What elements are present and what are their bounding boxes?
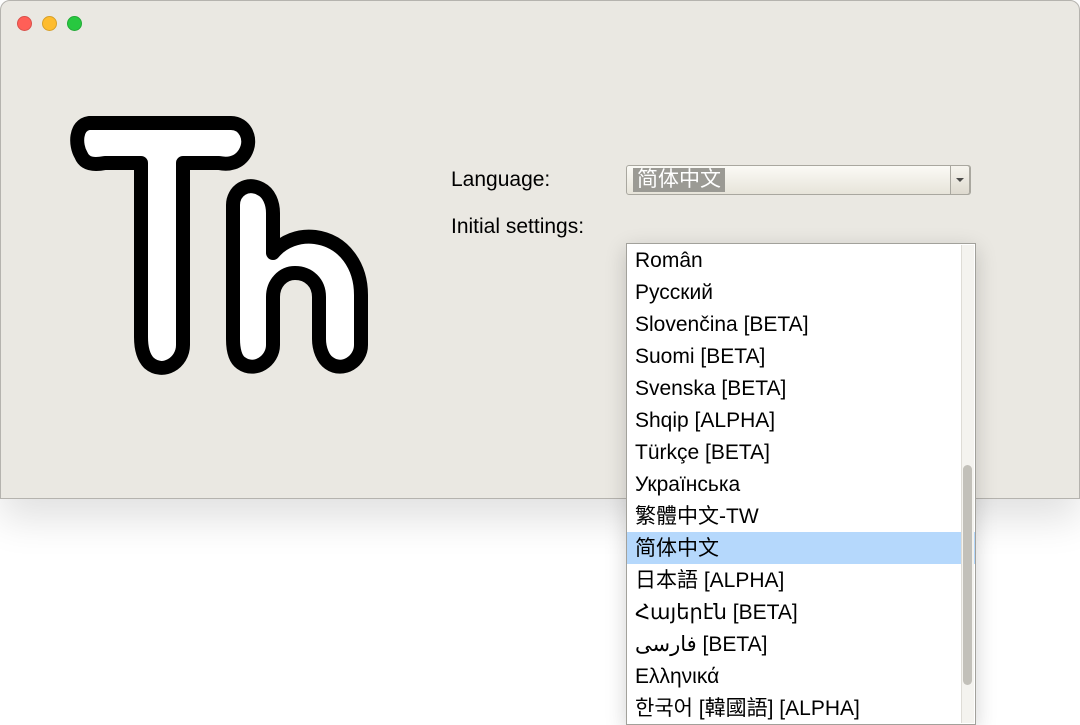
initial-settings-label: Initial settings:	[451, 215, 626, 239]
language-option[interactable]: Shqip [ALPHA]	[627, 404, 975, 436]
language-option[interactable]: فارسی [BETA]	[627, 628, 975, 660]
language-option[interactable]: Українська	[627, 468, 975, 500]
language-combobox[interactable]: 简体中文	[626, 165, 971, 195]
language-option[interactable]: Հայերէն [BETA]	[627, 596, 975, 628]
language-dropdown-list[interactable]: RomânРусскийSlovenčina [BETA]Suomi [BETA…	[626, 243, 976, 725]
language-option[interactable]: Suomi [BETA]	[627, 340, 975, 372]
language-option[interactable]: Ελληνικά	[627, 660, 975, 692]
maximize-icon[interactable]	[67, 16, 82, 31]
language-selected-value: 简体中文	[633, 168, 725, 192]
language-option[interactable]: Slovenčina [BETA]	[627, 308, 975, 340]
scrollbar-thumb[interactable]	[963, 465, 972, 685]
th-logo-icon	[61, 85, 401, 405]
initial-settings-row: Initial settings:	[451, 215, 971, 239]
titlebar[interactable]	[1, 1, 1079, 45]
language-option[interactable]: Türkçe [BETA]	[627, 436, 975, 468]
language-option[interactable]: Român	[627, 244, 975, 276]
language-option[interactable]: 日本語 [ALPHA]	[627, 564, 975, 596]
language-label: Language:	[451, 168, 626, 192]
close-icon[interactable]	[17, 16, 32, 31]
minimize-icon[interactable]	[42, 16, 57, 31]
language-row: Language: 简体中文	[451, 165, 971, 195]
language-option[interactable]: Svenska [BETA]	[627, 372, 975, 404]
app-logo	[61, 85, 421, 410]
language-option[interactable]: 繁體中文-TW	[627, 500, 975, 532]
language-option[interactable]: Русский	[627, 276, 975, 308]
dropdown-arrow-icon[interactable]	[950, 165, 970, 195]
scrollbar[interactable]	[961, 245, 974, 723]
language-option[interactable]: 简体中文	[627, 532, 975, 564]
